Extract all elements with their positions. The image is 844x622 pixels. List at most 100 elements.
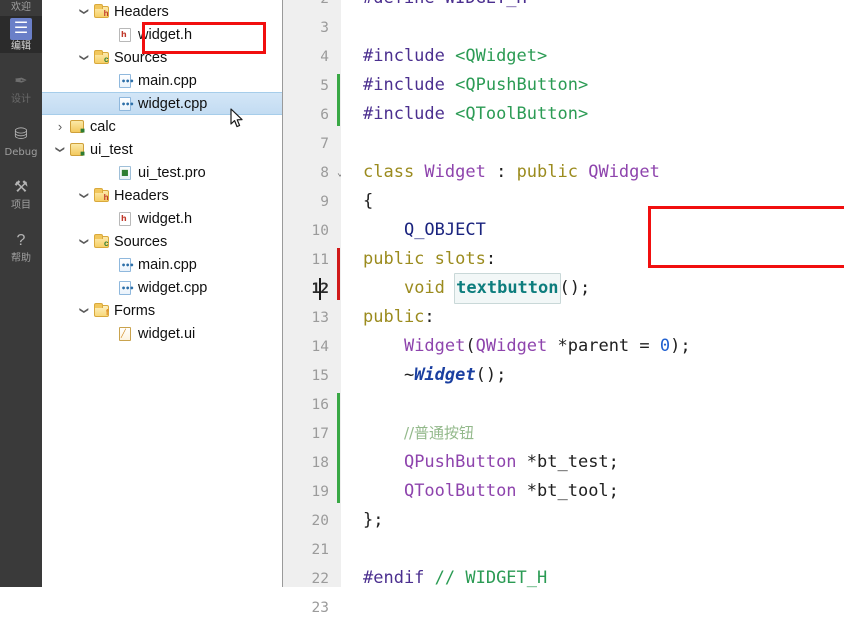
- code-token: );: [670, 336, 691, 356]
- folder-sources-icon: c: [92, 49, 110, 66]
- tree-row[interactable]: h widget.h: [42, 23, 282, 46]
- change-bar-green: [337, 393, 340, 503]
- chevron-down-icon[interactable]: ❯: [79, 50, 90, 66]
- project-tree-panel[interactable]: ❯ h Headers h widget.h ❯ c Sources ••• main.cpp ••…: [42, 0, 283, 587]
- editor-gutter[interactable]: 2345678⌄91011121314151617181920212223: [283, 0, 344, 616]
- code-token: *bt_test;: [516, 452, 619, 472]
- tree-row-label: calc: [90, 118, 116, 135]
- tree-row-label: Sources: [114, 49, 168, 66]
- chevron-down-icon[interactable]: ❯: [79, 188, 90, 204]
- chevron-down-icon[interactable]: ❯: [79, 234, 90, 250]
- mode-selector-bar: 欢迎 ☰ 编辑 ✒ 设计 ⛁ Debug ⚒ 项目 ? 帮助: [0, 0, 42, 587]
- line-number: 2: [283, 0, 341, 13]
- mode-entry-design-pencil[interactable]: ✒ 设计: [0, 69, 42, 106]
- code-token: #define WIDGET_H: [363, 0, 527, 13]
- tree-row[interactable]: ••• widget.cpp: [42, 276, 282, 299]
- mode-entry-welcome[interactable]: 欢迎: [0, 0, 42, 14]
- line-number: 23: [311, 599, 329, 616]
- line-number: 15: [311, 367, 329, 384]
- mode-entry-edit[interactable]: ☰ 编辑: [0, 16, 42, 53]
- code-token: <QToolButton>: [455, 104, 589, 124]
- chevron-down-icon[interactable]: ❯: [55, 142, 66, 158]
- code-line: #include <QToolButton>: [363, 100, 844, 129]
- tree-row[interactable]: ❯ h Headers: [42, 0, 282, 23]
- code-token: ();: [559, 278, 591, 298]
- code-token: #include: [363, 75, 456, 95]
- line-number: 13: [311, 309, 329, 326]
- tree-row-label: widget.cpp: [138, 279, 208, 296]
- code-token: (: [465, 336, 476, 356]
- edit-icon: ☰: [10, 18, 32, 40]
- code-token: ~: [363, 365, 415, 385]
- chevron-right-icon[interactable]: ›: [52, 119, 68, 134]
- tree-row[interactable]: ❯ c Sources: [42, 230, 282, 253]
- tree-row[interactable]: ❯ h Headers: [42, 184, 282, 207]
- file-ui-icon: ╱: [116, 326, 134, 342]
- tree-row[interactable]: ••• main.cpp: [42, 253, 282, 276]
- code-editor[interactable]: 2345678⌄91011121314151617181920212223 #d…: [283, 0, 844, 616]
- tree-row-label: Headers: [114, 187, 169, 204]
- file-cpp-icon: •••: [116, 257, 134, 273]
- line-number: 9: [320, 193, 329, 210]
- chevron-down-icon[interactable]: ❯: [79, 4, 90, 20]
- code-token: public: [516, 162, 589, 182]
- code-line: #include <QPushButton>: [363, 71, 844, 100]
- help-question-icon: ?: [16, 232, 26, 249]
- code-line: Q_OBJECT: [363, 216, 844, 245]
- code-line: //普通按钮: [363, 419, 844, 448]
- project-tree-rows: ❯ h Headers h widget.h ❯ c Sources ••• main.cpp ••…: [42, 0, 282, 345]
- tree-row[interactable]: ❯ c Sources: [42, 46, 282, 69]
- code-token: class: [363, 162, 425, 182]
- tree-row[interactable]: ••• main.cpp: [42, 69, 282, 92]
- code-text-area[interactable]: #define WIDGET_H #include <QWidget> #incl…: [319, 0, 844, 588]
- tree-row[interactable]: ❯ ui_test: [42, 138, 282, 161]
- line-number: 11: [311, 251, 329, 268]
- code-token: *bt_tool;: [516, 481, 619, 501]
- tree-row-label: Sources: [114, 233, 168, 250]
- mode-entry-debug-bug[interactable]: ⛁ Debug: [0, 122, 42, 159]
- mode-entry-label: 欢迎: [11, 2, 31, 13]
- code-token: <QWidget>: [455, 46, 548, 66]
- code-line: public slots:: [363, 245, 844, 274]
- file-header-icon: h: [116, 27, 134, 43]
- mode-entry-label: 设计: [11, 94, 31, 105]
- mode-entry-help-question[interactable]: ? 帮助: [0, 228, 42, 265]
- project-icon: [68, 119, 86, 135]
- code-line: public:: [363, 303, 844, 332]
- code-token: *parent =: [547, 336, 660, 356]
- folder-headers-icon: h: [92, 187, 110, 204]
- code-token: QWidget: [588, 162, 660, 182]
- code-lines: #define WIDGET_H #include <QWidget> #incl…: [363, 0, 844, 622]
- change-bar-green: [337, 74, 340, 126]
- tree-row[interactable]: h widget.h: [42, 207, 282, 230]
- line-number: 12: [283, 274, 341, 303]
- tree-row-label: widget.cpp: [138, 95, 208, 112]
- app-shell: 欢迎 ☰ 编辑 ✒ 设计 ⛁ Debug ⚒ 项目? 帮助 ❯ h Headers h widget.h ❯…: [0, 0, 844, 616]
- code-token: void: [403, 278, 456, 298]
- chevron-down-icon[interactable]: ❯: [79, 303, 90, 319]
- tree-row-label: main.cpp: [138, 256, 197, 273]
- line-number: 8 ⌄: [320, 164, 344, 181]
- tree-row-label: Forms: [114, 302, 156, 319]
- code-token: {: [363, 191, 374, 211]
- tree-row-label: widget.h: [138, 26, 193, 43]
- tree-row-label: Headers: [114, 3, 169, 20]
- mode-entry-label: 项目: [11, 200, 31, 211]
- code-token: public: [363, 307, 425, 327]
- tree-row[interactable]: › calc: [42, 115, 282, 138]
- tree-row[interactable]: ••• widget.cpp: [42, 92, 282, 115]
- line-number: 19: [311, 483, 329, 500]
- line-number: 21: [311, 541, 329, 558]
- tree-row[interactable]: ■ ui_test.pro: [42, 161, 282, 184]
- tree-row[interactable]: ❯ f Forms: [42, 299, 282, 322]
- code-token: // WIDGET_H: [434, 568, 548, 588]
- mode-entry-projects-wrench[interactable]: ⚒ 项目: [0, 175, 42, 212]
- mode-entry-label: 编辑: [11, 41, 31, 52]
- tree-row[interactable]: ╱ widget.ui: [42, 322, 282, 345]
- debug-bug-icon: ⛁: [14, 126, 28, 143]
